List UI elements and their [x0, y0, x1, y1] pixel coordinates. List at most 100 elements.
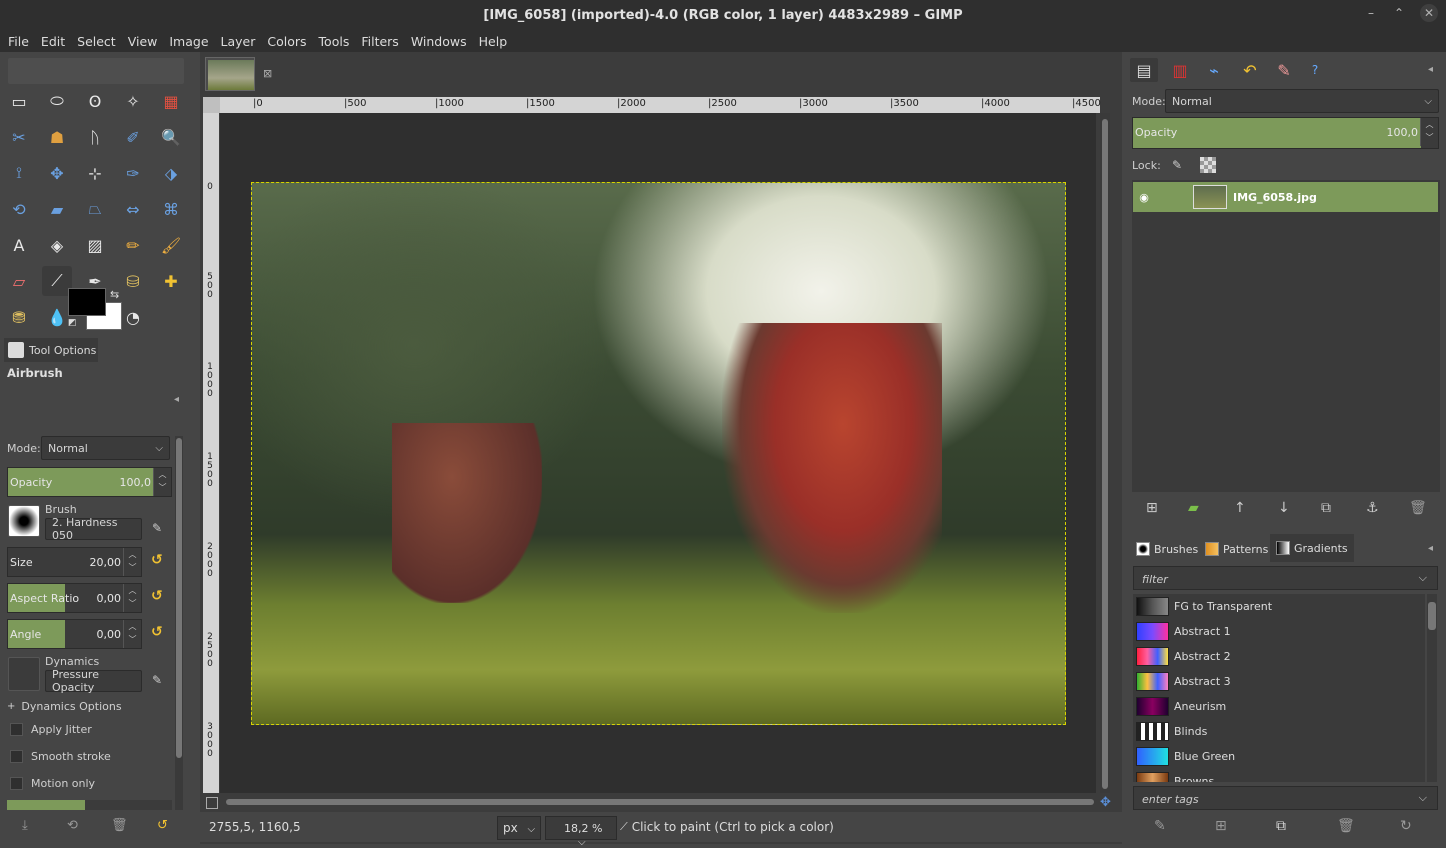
- navigate-icon[interactable]: ✥: [1100, 795, 1111, 810]
- paintbrush-tool-icon[interactable]: 🖌: [156, 230, 186, 260]
- scissors-select-tool-icon[interactable]: ✂: [4, 122, 34, 152]
- wilber-drop-area[interactable]: [8, 58, 184, 84]
- paths-tool-icon[interactable]: ᚢ: [80, 122, 110, 152]
- bucket-fill-tool-icon[interactable]: ◈: [42, 230, 72, 260]
- perspective-clone-tool-icon[interactable]: ⛃: [4, 302, 34, 332]
- duplicate-layer-icon[interactable]: ⧉: [1321, 500, 1331, 516]
- layers-tab-icon[interactable]: ▤: [1130, 58, 1158, 82]
- tags-input[interactable]: enter tags ⌵: [1133, 786, 1438, 810]
- new-gradient-icon[interactable]: ⊞: [1215, 818, 1227, 834]
- move-tool-icon[interactable]: ✥: [42, 158, 72, 188]
- layer-row[interactable]: ◉ IMG_6058.jpg: [1133, 182, 1438, 212]
- pencil-tool-icon[interactable]: ✏: [118, 230, 148, 260]
- gradient-item[interactable]: Abstract 3: [1136, 671, 1231, 691]
- canvas-vertical-scrollbar[interactable]: [1100, 113, 1110, 793]
- crop-tool-icon[interactable]: ✑: [118, 158, 148, 188]
- gradient-item[interactable]: Blinds: [1136, 721, 1207, 741]
- gradient-item[interactable]: Blue Green: [1136, 746, 1235, 766]
- by-color-select-tool-icon[interactable]: ▦: [156, 86, 186, 116]
- lock-alpha-icon[interactable]: [1200, 157, 1216, 173]
- dynamics-preview[interactable]: [8, 657, 40, 691]
- rotate-tool-icon[interactable]: ⟲: [4, 194, 34, 224]
- raise-layer-icon[interactable]: ↑: [1234, 500, 1246, 516]
- edit-brush-icon[interactable]: ✎: [152, 521, 162, 535]
- tab-tool-options[interactable]: Tool Options: [4, 338, 98, 362]
- zoom-tool-icon[interactable]: 🔍: [156, 122, 186, 152]
- delete-options-icon[interactable]: 🗑: [111, 818, 128, 833]
- brush-preview[interactable]: [8, 505, 40, 537]
- tab-patterns[interactable]: Patterns: [1199, 536, 1274, 562]
- reset-angle-icon[interactable]: ↺: [151, 624, 169, 642]
- help-tab-icon[interactable]: ?: [1301, 58, 1329, 82]
- menu-edit[interactable]: Edit: [35, 34, 71, 49]
- gradients-scrollbar[interactable]: [1427, 594, 1437, 782]
- lock-pixels-icon[interactable]: ✎: [1172, 158, 1182, 172]
- close-tab-icon[interactable]: ⊠: [263, 67, 272, 80]
- menu-tools[interactable]: Tools: [313, 34, 356, 49]
- foreground-color-swatch[interactable]: [68, 288, 106, 316]
- unit-select[interactable]: px ⌵: [497, 816, 541, 840]
- free-select-tool-icon[interactable]: ʘ: [80, 86, 110, 116]
- edit-dynamics-icon[interactable]: ✎: [152, 673, 162, 687]
- aspect-ratio-slider[interactable]: Aspect Ratio 0,00 ︿ ﹀: [7, 583, 142, 613]
- tab-brushes[interactable]: Brushes: [1130, 536, 1204, 562]
- spin-arrows-icon[interactable]: ︿ ﹀: [123, 620, 141, 648]
- eraser-tool-icon[interactable]: ▱: [4, 266, 34, 296]
- ellipse-select-tool-icon[interactable]: ⬭: [42, 86, 72, 116]
- menu-select[interactable]: Select: [71, 34, 122, 49]
- paths-tab-icon[interactable]: ⌁: [1200, 58, 1228, 82]
- spin-arrows-icon[interactable]: ︿ ﹀: [123, 584, 141, 612]
- cage-transform-tool-icon[interactable]: ⌘: [156, 194, 186, 224]
- canvas-image[interactable]: [251, 182, 1066, 725]
- flip-tool-icon[interactable]: ⇔: [118, 194, 148, 224]
- menu-view[interactable]: View: [122, 34, 164, 49]
- default-colors-icon[interactable]: ◩: [68, 318, 77, 328]
- reset-aspect-icon[interactable]: ↺: [151, 588, 169, 606]
- menu-layer[interactable]: Layer: [215, 34, 262, 49]
- gradient-item[interactable]: Browns: [1136, 771, 1214, 782]
- rect-select-tool-icon[interactable]: ▭: [4, 86, 34, 116]
- delete-layer-icon[interactable]: 🗑: [1409, 500, 1427, 516]
- gradient-filter-input[interactable]: filter ⌵: [1133, 566, 1438, 590]
- reset-options-icon[interactable]: ↺: [157, 818, 168, 833]
- spin-arrows-icon[interactable]: ︿ ﹀: [153, 468, 171, 496]
- spin-arrows-icon[interactable]: ︿ ﹀: [1420, 118, 1438, 146]
- refresh-gradients-icon[interactable]: ↻: [1400, 818, 1412, 834]
- heal-tool-icon[interactable]: ✚: [156, 266, 186, 296]
- gradient-item[interactable]: Abstract 1: [1136, 621, 1231, 641]
- text-tool-icon[interactable]: A: [4, 230, 34, 260]
- menu-filters[interactable]: Filters: [355, 34, 404, 49]
- perspective-tool-icon[interactable]: ⏢: [80, 194, 110, 224]
- alignment-tool-icon[interactable]: ⊹: [80, 158, 110, 188]
- channels-tab-icon[interactable]: ▥: [1166, 58, 1194, 82]
- swap-colors-icon[interactable]: ⇆: [110, 288, 119, 301]
- visibility-eye-icon[interactable]: ◉: [1133, 191, 1155, 204]
- fuzzy-select-tool-icon[interactable]: ✧: [118, 86, 148, 116]
- image-tab[interactable]: [205, 57, 255, 91]
- panel-menu-icon[interactable]: ◂: [174, 394, 179, 405]
- menu-windows[interactable]: Windows: [405, 34, 473, 49]
- panel-menu-icon[interactable]: ◂: [1428, 64, 1433, 75]
- lower-layer-icon[interactable]: ↓: [1278, 500, 1290, 516]
- save-options-icon[interactable]: ⤓: [22, 818, 28, 833]
- duplicate-gradient-icon[interactable]: ⧉: [1276, 818, 1286, 834]
- measure-tool-icon[interactable]: ⟟: [4, 158, 34, 188]
- quick-mask-toggle[interactable]: [206, 797, 218, 809]
- menu-image[interactable]: Image: [163, 34, 214, 49]
- zoom-select[interactable]: 18,2 % ⌵: [545, 816, 617, 848]
- angle-slider[interactable]: Angle 0,00 ︿ ﹀: [7, 619, 142, 649]
- foreground-select-tool-icon[interactable]: ☗: [42, 122, 72, 152]
- undo-history-tab-icon[interactable]: ↶: [1236, 58, 1264, 82]
- reset-size-icon[interactable]: ↺: [151, 552, 169, 570]
- restore-options-icon[interactable]: ⟲: [67, 818, 78, 833]
- unified-transform-tool-icon[interactable]: ⬗: [156, 158, 186, 188]
- motion-only-checkbox[interactable]: Motion only: [10, 777, 95, 790]
- canvas-horizontal-scrollbar[interactable]: [220, 797, 1100, 807]
- gradient-item[interactable]: FG to Transparent: [1136, 596, 1272, 616]
- menu-help[interactable]: Help: [473, 34, 514, 49]
- dynamics-options-expander[interactable]: + Dynamics Options: [7, 700, 122, 713]
- smooth-stroke-checkbox[interactable]: Smooth stroke: [10, 750, 111, 763]
- brush-tab-icon[interactable]: ✎: [1270, 58, 1298, 82]
- new-layer-group-icon[interactable]: ▰: [1188, 500, 1199, 516]
- spin-arrows-icon[interactable]: ︿ ﹀: [123, 548, 141, 576]
